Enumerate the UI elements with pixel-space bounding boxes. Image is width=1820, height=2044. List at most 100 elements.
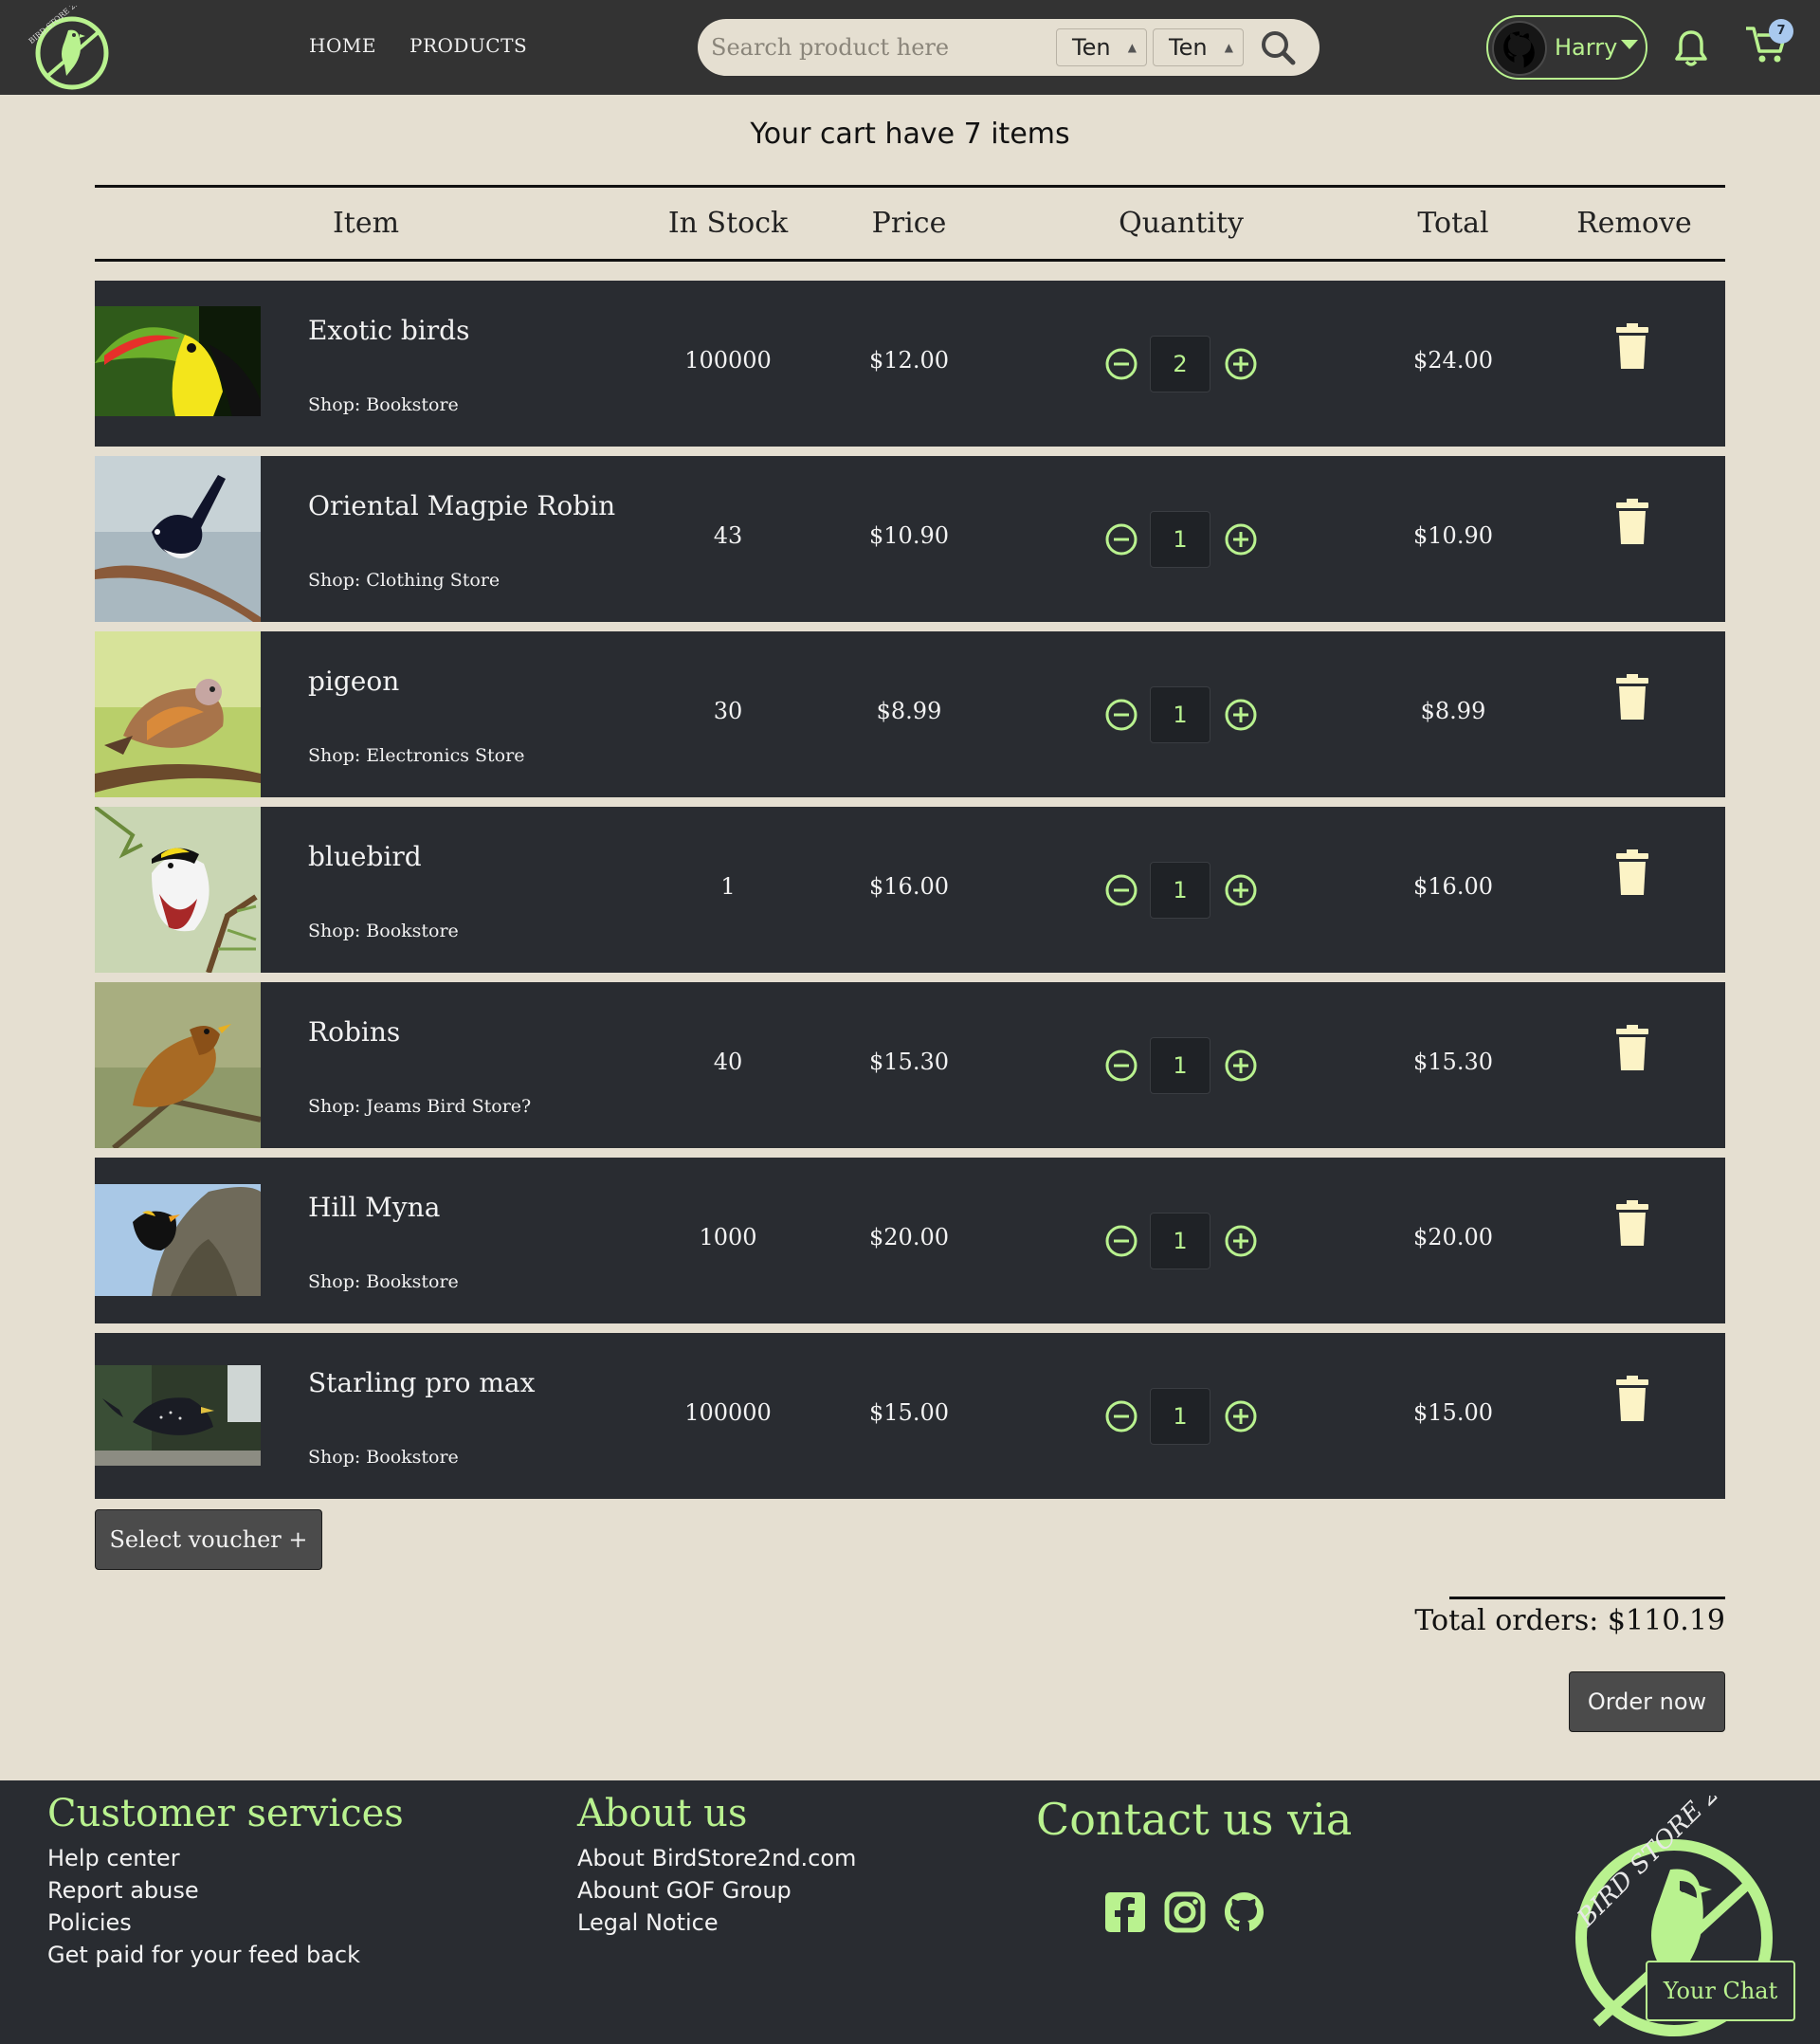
trash-icon[interactable] bbox=[1616, 323, 1648, 369]
increase-quantity-icon[interactable] bbox=[1224, 347, 1258, 381]
increase-quantity-icon[interactable] bbox=[1224, 698, 1258, 732]
product-image-starling[interactable] bbox=[95, 1365, 261, 1466]
nav-home[interactable]: HOME bbox=[309, 34, 376, 57]
product-image-toucan[interactable] bbox=[95, 306, 261, 416]
cart-row: Exotic birds Shop: Bookstore 100000 $12.… bbox=[95, 281, 1725, 447]
footer-heading-contact: Contact us via bbox=[1036, 1794, 1353, 1845]
cart-row: Oriental Magpie Robin Shop: Clothing Sto… bbox=[95, 456, 1725, 622]
footer-link-policies[interactable]: Policies bbox=[47, 1909, 132, 1936]
product-shop[interactable]: Shop: Clothing Store bbox=[308, 570, 500, 591]
caret-icon: ▲︎ bbox=[1127, 41, 1137, 54]
product-shop[interactable]: Shop: Bookstore bbox=[308, 1447, 459, 1468]
footer-heading-about-us: About us bbox=[577, 1792, 748, 1835]
total-orders: Total orders: $110.19 bbox=[1414, 1604, 1725, 1637]
bird-store-logo[interactable]: BIRD STORE 2ND bbox=[21, 6, 116, 91]
product-price: $20.00 bbox=[869, 1224, 949, 1250]
product-name[interactable]: pigeon bbox=[308, 666, 399, 697]
product-total: $15.30 bbox=[1413, 1049, 1493, 1075]
footer-link-about-birdstore[interactable]: About BirdStore2nd.com bbox=[577, 1845, 856, 1871]
trash-icon[interactable] bbox=[1616, 1200, 1648, 1246]
footer-link-feedback[interactable]: Get paid for your feed back bbox=[47, 1942, 360, 1968]
footer-link-about-gof[interactable]: Abount GOF Group bbox=[577, 1877, 792, 1904]
product-name[interactable]: Exotic birds bbox=[308, 315, 469, 346]
product-price: $10.90 bbox=[869, 522, 949, 549]
decrease-quantity-icon[interactable] bbox=[1104, 698, 1138, 732]
quantity-input[interactable]: 1 bbox=[1150, 511, 1210, 568]
product-total: $20.00 bbox=[1413, 1224, 1493, 1250]
product-price: $15.00 bbox=[869, 1399, 949, 1426]
quantity-input[interactable]: 1 bbox=[1150, 1213, 1210, 1269]
search-icon[interactable] bbox=[1257, 27, 1301, 70]
product-image-hill-myna[interactable] bbox=[95, 1184, 261, 1296]
top-header: BIRD STORE 2ND HOME PRODUCTS Ten ▲︎ Ten … bbox=[0, 0, 1820, 95]
trash-icon[interactable] bbox=[1616, 1376, 1648, 1421]
quantity-input[interactable]: 1 bbox=[1150, 862, 1210, 919]
product-name[interactable]: Oriental Magpie Robin bbox=[308, 490, 615, 521]
decrease-quantity-icon[interactable] bbox=[1104, 873, 1138, 907]
order-now-button[interactable]: Order now bbox=[1569, 1671, 1725, 1732]
trash-icon[interactable] bbox=[1616, 1025, 1648, 1070]
quantity-input[interactable]: 1 bbox=[1150, 1037, 1210, 1094]
product-name[interactable]: Hill Myna bbox=[308, 1192, 440, 1223]
column-header-total: Total bbox=[1417, 207, 1489, 240]
footer-link-report-abuse[interactable]: Report abuse bbox=[47, 1877, 199, 1904]
quantity-input[interactable]: 1 bbox=[1150, 686, 1210, 743]
total-divider bbox=[1449, 1597, 1725, 1599]
user-name: Harry bbox=[1555, 34, 1618, 61]
increase-quantity-icon[interactable] bbox=[1224, 873, 1258, 907]
bell-icon[interactable] bbox=[1672, 28, 1710, 68]
cart-count-badge: 7 bbox=[1769, 19, 1793, 44]
product-shop[interactable]: Shop: Electronics Store bbox=[308, 745, 524, 766]
product-price: $16.00 bbox=[869, 873, 949, 900]
search-input[interactable] bbox=[711, 30, 1052, 64]
your-chat-button[interactable]: Your Chat bbox=[1646, 1961, 1795, 2021]
product-stock: 1000 bbox=[699, 1224, 757, 1250]
column-header-item: Item bbox=[332, 207, 400, 240]
column-header-price: Price bbox=[871, 207, 947, 240]
footer-link-help-center[interactable]: Help center bbox=[47, 1845, 180, 1871]
cart-row: Hill Myna Shop: Bookstore 1000 $20.00 1 … bbox=[95, 1158, 1725, 1323]
decrease-quantity-icon[interactable] bbox=[1104, 1049, 1138, 1083]
quantity-input[interactable]: 2 bbox=[1150, 336, 1210, 392]
product-image-magpie-robin[interactable] bbox=[95, 456, 261, 622]
product-name[interactable]: bluebird bbox=[308, 841, 422, 872]
trash-icon[interactable] bbox=[1616, 849, 1648, 895]
product-name[interactable]: Robins bbox=[308, 1016, 400, 1048]
trash-icon[interactable] bbox=[1616, 674, 1648, 720]
increase-quantity-icon[interactable] bbox=[1224, 1224, 1258, 1258]
product-price: $8.99 bbox=[876, 698, 942, 724]
product-price: $15.30 bbox=[869, 1049, 949, 1075]
product-stock: 30 bbox=[713, 698, 743, 724]
instagram-icon[interactable] bbox=[1163, 1890, 1207, 1934]
product-shop[interactable]: Shop: Jeams Bird Store? bbox=[308, 1096, 531, 1117]
product-image-robin[interactable] bbox=[95, 982, 261, 1148]
quantity-input[interactable]: 1 bbox=[1150, 1388, 1210, 1445]
github-avatar-icon bbox=[1492, 21, 1547, 76]
product-total: $24.00 bbox=[1413, 347, 1493, 374]
product-shop[interactable]: Shop: Bookstore bbox=[308, 1271, 459, 1292]
product-name[interactable]: Starling pro max bbox=[308, 1367, 535, 1398]
select-voucher-button[interactable]: Select voucher + bbox=[95, 1509, 322, 1570]
increase-quantity-icon[interactable] bbox=[1224, 1399, 1258, 1433]
decrease-quantity-icon[interactable] bbox=[1104, 347, 1138, 381]
product-image-bluebird[interactable] bbox=[95, 807, 261, 973]
product-shop[interactable]: Shop: Bookstore bbox=[308, 921, 459, 941]
decrease-quantity-icon[interactable] bbox=[1104, 1224, 1138, 1258]
increase-quantity-icon[interactable] bbox=[1224, 522, 1258, 557]
product-image-pigeon[interactable] bbox=[95, 631, 261, 797]
nav-products[interactable]: PRODUCTS bbox=[410, 34, 527, 57]
facebook-icon[interactable] bbox=[1103, 1890, 1147, 1934]
cart-title: Your cart have 7 items bbox=[750, 118, 1070, 151]
github-icon[interactable] bbox=[1223, 1890, 1266, 1934]
product-shop[interactable]: Shop: Bookstore bbox=[308, 394, 459, 415]
trash-icon[interactable] bbox=[1616, 499, 1648, 544]
product-price: $12.00 bbox=[869, 347, 949, 374]
footer-link-legal-notice[interactable]: Legal Notice bbox=[577, 1909, 719, 1936]
decrease-quantity-icon[interactable] bbox=[1104, 1399, 1138, 1433]
column-header-quantity: Quantity bbox=[1119, 207, 1244, 240]
filter-select-1[interactable]: Ten ▲︎ bbox=[1056, 28, 1147, 66]
filter-select-2[interactable]: Ten ▲︎ bbox=[1153, 28, 1244, 66]
decrease-quantity-icon[interactable] bbox=[1104, 522, 1138, 557]
user-menu[interactable]: Harry bbox=[1486, 15, 1647, 80]
increase-quantity-icon[interactable] bbox=[1224, 1049, 1258, 1083]
